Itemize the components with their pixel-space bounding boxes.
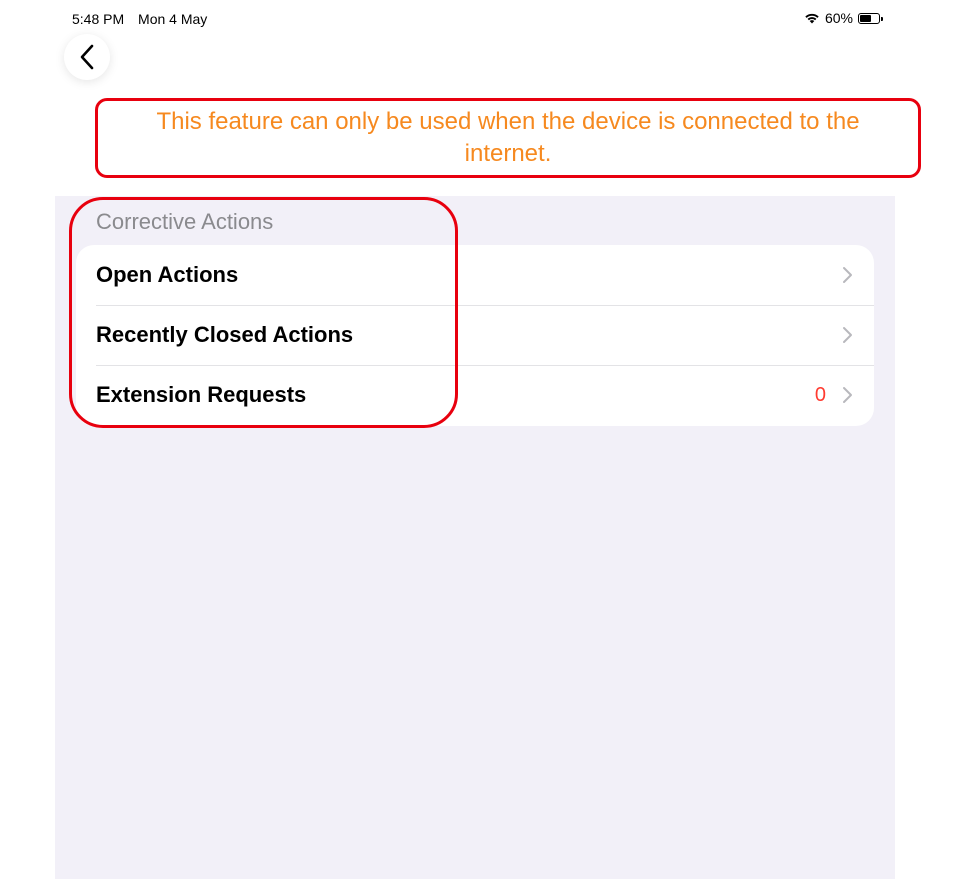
status-time: 5:48 PM — [72, 11, 125, 27]
battery-level — [860, 14, 871, 22]
offline-warning-text: This feature can only be used when the d… — [156, 108, 860, 167]
list-item-label: Open Actions — [96, 262, 239, 287]
list-item-recently-closed-actions[interactable]: Recently Closed Actions — [76, 305, 874, 365]
list-item-label: Recently Closed Actions — [96, 322, 354, 347]
chevron-right-icon — [843, 327, 852, 343]
status-time-date: 5:48 PM Mon 4 May — [72, 11, 217, 27]
battery-icon — [858, 12, 883, 24]
chevron-left-icon — [80, 44, 94, 70]
wifi-icon — [805, 13, 819, 24]
section-header: Corrective Actions — [96, 209, 274, 234]
offline-warning-banner: This feature can only be used when the d… — [95, 98, 921, 178]
status-bar: 5:48 PM Mon 4 May 60% — [0, 0, 958, 36]
list-item-open-actions[interactable]: Open Actions — [76, 245, 874, 305]
chevron-right-icon — [843, 267, 852, 283]
battery-percent: 60% — [824, 10, 853, 26]
status-indicators: 60% — [804, 10, 883, 26]
list-item-label: Extension Requests — [96, 382, 307, 407]
status-date: Mon 4 May — [138, 11, 208, 27]
chevron-right-icon — [843, 387, 852, 403]
count-badge: 0 — [814, 383, 826, 406]
corrective-actions-list: Open Actions Recently Closed Actions Ext… — [76, 245, 874, 426]
back-button[interactable] — [64, 34, 110, 80]
list-item-extension-requests[interactable]: Extension Requests 0 — [76, 365, 874, 425]
